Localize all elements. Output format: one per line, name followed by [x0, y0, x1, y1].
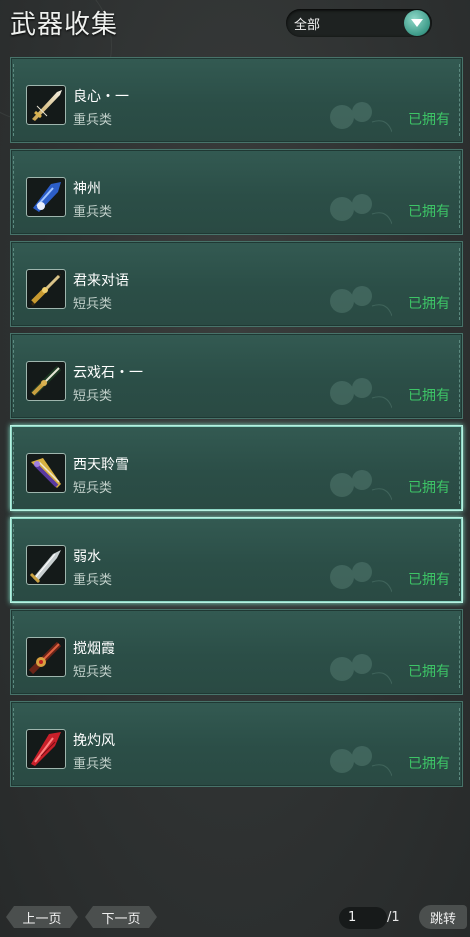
- weapon-card[interactable]: 西天聆雪 短兵类 已拥有: [10, 425, 463, 511]
- weapon-type: 短兵类: [73, 389, 113, 404]
- card-border-decoration: [456, 524, 460, 596]
- flower-pattern-icon: [330, 746, 392, 777]
- weapon-card[interactable]: 良心・一 重兵类 已拥有: [10, 57, 463, 143]
- owned-status: 已拥有: [408, 756, 450, 772]
- weapon-list: 良心・一 重兵类 已拥有 神州 重兵类 已拥有 君来对语 短兵类 已拥有 云戏石…: [10, 57, 463, 793]
- greatsword-red-crystal-icon: [26, 729, 66, 769]
- flower-pattern-icon: [330, 378, 392, 409]
- flower-pattern-icon: [330, 102, 392, 133]
- jump-button[interactable]: 跳转: [419, 905, 467, 929]
- dagger-gold-icon: [26, 269, 66, 309]
- card-border-decoration: [13, 524, 17, 596]
- card-border-decoration: [456, 156, 460, 228]
- flower-pattern-icon: [330, 470, 392, 501]
- card-border-decoration: [456, 248, 460, 320]
- card-border-decoration: [13, 432, 17, 504]
- weapon-card[interactable]: 君来对语 短兵类 已拥有: [10, 241, 463, 327]
- weapon-card[interactable]: 云戏石・一 短兵类 已拥有: [10, 333, 463, 419]
- card-border-decoration: [456, 64, 460, 136]
- dagger-red-icon: [26, 637, 66, 677]
- owned-status: 已拥有: [408, 112, 450, 128]
- owned-status: 已拥有: [408, 572, 450, 588]
- card-border-decoration: [456, 708, 460, 780]
- total-pages: /1: [387, 910, 400, 925]
- owned-status: 已拥有: [408, 664, 450, 680]
- flower-pattern-icon: [330, 562, 392, 593]
- card-border-decoration: [13, 248, 17, 320]
- greatsword-blue-icon: [26, 177, 66, 217]
- owned-status: 已拥有: [408, 388, 450, 404]
- prev-page-button[interactable]: 上一页: [6, 906, 78, 928]
- weapon-type: 短兵类: [73, 297, 113, 312]
- owned-status: 已拥有: [408, 480, 450, 496]
- owned-status: 已拥有: [408, 204, 450, 220]
- card-border-decoration: [13, 156, 17, 228]
- category-filter-dropdown[interactable]: 全部: [286, 9, 432, 37]
- flower-pattern-icon: [330, 194, 392, 225]
- weapon-type: 重兵类: [73, 113, 113, 128]
- weapon-type: 重兵类: [73, 757, 113, 772]
- dagger-green-gold-icon: [26, 361, 66, 401]
- card-border-decoration: [456, 616, 460, 688]
- dagger-purple-gold-icon: [26, 453, 66, 493]
- owned-status: 已拥有: [408, 296, 450, 312]
- weapon-card[interactable]: 搅烟霞 短兵类 已拥有: [10, 609, 463, 695]
- weapon-name: 君来对语: [73, 273, 129, 289]
- card-border-decoration: [456, 340, 460, 412]
- page-number-input[interactable]: 1: [339, 907, 387, 929]
- card-border-decoration: [456, 432, 460, 504]
- card-border-decoration: [13, 64, 17, 136]
- weapon-name: 挽灼风: [73, 733, 115, 749]
- card-border-decoration: [13, 708, 17, 780]
- weapon-name: 西天聆雪: [73, 457, 129, 473]
- chevron-down-icon[interactable]: [404, 10, 430, 36]
- weapon-type: 重兵类: [73, 573, 113, 588]
- greatsword-white-gold-icon: [26, 85, 66, 125]
- flower-pattern-icon: [330, 286, 392, 317]
- next-page-button[interactable]: 下一页: [85, 906, 157, 928]
- card-border-decoration: [13, 616, 17, 688]
- weapon-card[interactable]: 神州 重兵类 已拥有: [10, 149, 463, 235]
- weapon-type: 短兵类: [73, 665, 113, 680]
- weapon-card[interactable]: 挽灼风 重兵类 已拥有: [10, 701, 463, 787]
- page-title: 武器收集: [10, 10, 119, 40]
- weapon-name: 弱水: [73, 549, 101, 565]
- filter-selected-value: 全部: [294, 18, 321, 33]
- weapon-type: 短兵类: [73, 481, 113, 496]
- greatsword-silver-icon: [26, 545, 66, 585]
- weapon-type: 重兵类: [73, 205, 113, 220]
- weapon-card[interactable]: 弱水 重兵类 已拥有: [10, 517, 463, 603]
- flower-pattern-icon: [330, 654, 392, 685]
- card-border-decoration: [13, 340, 17, 412]
- weapon-name: 神州: [73, 181, 101, 197]
- weapon-name: 良心・一: [73, 89, 129, 105]
- weapon-name: 云戏石・一: [73, 365, 143, 381]
- weapon-name: 搅烟霞: [73, 641, 115, 657]
